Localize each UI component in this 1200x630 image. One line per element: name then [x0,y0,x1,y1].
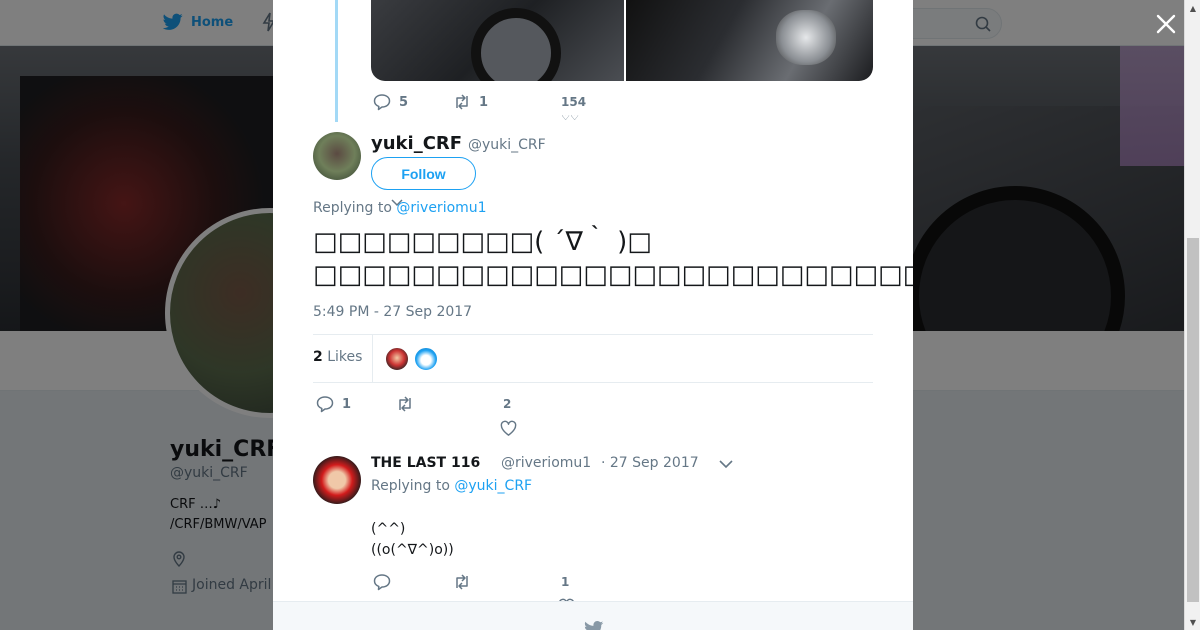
reply-author-avatar[interactable] [313,456,361,504]
tweet-text-line2: □□□□□□□□□□□□□□□□□□□□□□□□□□□□□□□(□˃̶‿˂̶) [313,260,913,290]
reply-icon [373,574,391,591]
previous-tweet-actions: 5 1 [373,93,562,111]
previous-tweet-media[interactable] [371,0,873,81]
reply-icon [373,94,391,111]
author-handle[interactable]: @yuki_CRF [468,137,546,153]
scrollbar-thumb[interactable] [1187,238,1199,602]
likes-number: 2 [313,349,323,365]
reply-date[interactable]: · 27 Sep 2017 [601,455,699,471]
thread-connector-line [335,0,338,122]
likes-stat[interactable]: 2 Likes [313,349,362,365]
retweet-icon [456,94,468,110]
follow-button[interactable]: Follow [371,157,476,190]
retweet-button[interactable] [396,395,504,413]
reply-count: 5 [399,94,409,110]
retweet-count: 1 [479,94,489,110]
reply-text-line2: ((o(^∇^)o)) [371,542,454,558]
like-count[interactable]: 2 [503,397,511,411]
retweet-button[interactable] [453,573,561,591]
like-count[interactable]: 1 [561,575,569,589]
retweet-icon [399,396,411,412]
main-tweet-actions: 1 [316,395,504,413]
replying-to-link[interactable]: @yuki_CRF [454,478,532,494]
retweet-button[interactable]: 1 [453,93,562,111]
tweet-text: □□□□□□□□□( ´∇｀ )□ □□□□□□□□□□□□□□□□□□□□□□… [313,226,913,292]
replying-to-prefix: Replying to [371,478,450,494]
page-scrollbar[interactable]: ▲ ▼ [1184,0,1200,630]
reply-icon [316,396,334,413]
likes-word: Likes [327,349,363,365]
tweet-text-line1: □□□□□□□□□( ´∇｀ )□ [313,227,652,257]
reply-button[interactable]: 5 [373,93,453,111]
tweet-timestamp[interactable]: 5:49 PM - 27 Sep 2017 [313,304,472,320]
likes-stats-row: 2 Likes [313,334,873,383]
close-icon[interactable] [1154,12,1178,36]
media-photo-2[interactable] [626,0,873,81]
scroll-down-arrow-icon[interactable]: ▼ [1185,614,1200,630]
reply-author-name[interactable]: THE LAST 116 [371,455,480,471]
reply-count: 1 [342,396,352,412]
liker-avatar[interactable] [414,347,438,371]
tweet-permalink-modal: 5 1 154 ♡♡ yuki_CRF @yuki_CRF Follow Rep… [273,0,913,630]
replying-to-context: Replying to @riveriomu1 [313,200,487,216]
liker-avatar[interactable] [385,347,409,371]
heart-icon[interactable]: ♡♡ [561,115,579,122]
heart-icon[interactable] [500,420,517,437]
media-photo-1[interactable] [371,0,624,81]
reply-author-handle[interactable]: @riveriomu1 [501,455,591,471]
twitter-bird-icon [584,621,604,630]
reply-button[interactable] [373,573,453,591]
retweet-icon [456,574,468,590]
stats-divider [372,335,373,383]
reply-text-line1: (^^) [371,521,406,537]
reply-replying-to-context: Replying to @yuki_CRF [371,478,532,494]
reply-tweet-actions [373,573,561,591]
like-count[interactable]: 154 [561,95,586,109]
modal-footer [273,601,913,630]
author-avatar[interactable] [313,132,361,180]
replying-to-prefix: Replying to [313,200,392,216]
author-name[interactable]: yuki_CRF [371,133,462,154]
replying-to-link[interactable]: @riveriomu1 [396,200,486,216]
chevron-down-icon[interactable] [719,459,733,469]
scroll-up-arrow-icon[interactable]: ▲ [1185,0,1200,16]
reply-button[interactable]: 1 [316,395,396,413]
